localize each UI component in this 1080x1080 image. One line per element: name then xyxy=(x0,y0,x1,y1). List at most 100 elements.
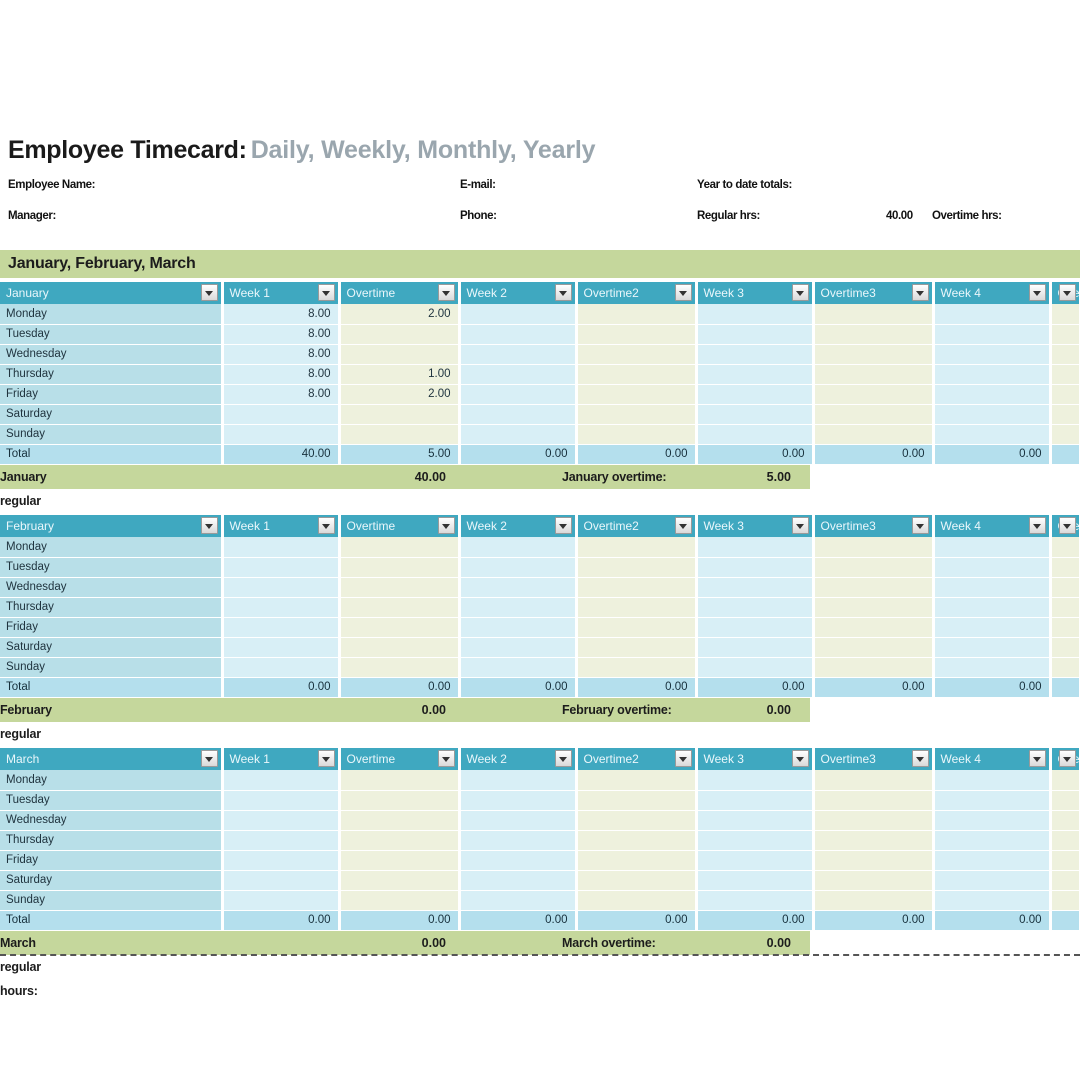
hours-cell[interactable] xyxy=(813,557,935,578)
hours-cell[interactable] xyxy=(576,870,698,891)
hours-cell[interactable] xyxy=(813,364,935,385)
hours-cell[interactable] xyxy=(933,557,1052,578)
hours-cell[interactable] xyxy=(933,537,1052,558)
hours-cell[interactable] xyxy=(222,404,341,425)
hours-cell[interactable] xyxy=(339,850,461,871)
hours-cell[interactable] xyxy=(1050,537,1080,558)
hours-cell[interactable] xyxy=(339,790,461,811)
hours-cell[interactable] xyxy=(1050,364,1080,385)
hours-cell[interactable] xyxy=(576,364,698,385)
hours-cell[interactable] xyxy=(339,637,461,658)
hours-cell[interactable] xyxy=(459,537,578,558)
hours-cell[interactable] xyxy=(339,890,461,911)
hours-cell[interactable] xyxy=(1050,810,1080,831)
filter-dropdown-icon[interactable] xyxy=(1028,284,1046,301)
hours-cell[interactable]: 2.00 xyxy=(339,384,461,405)
hours-cell[interactable] xyxy=(813,890,935,911)
hours-cell[interactable] xyxy=(696,617,815,638)
hours-cell[interactable] xyxy=(576,404,698,425)
hours-cell[interactable] xyxy=(1050,890,1080,911)
hours-cell[interactable] xyxy=(696,870,815,891)
hours-cell[interactable] xyxy=(813,537,935,558)
hours-cell[interactable] xyxy=(1050,424,1080,445)
hours-cell[interactable] xyxy=(339,830,461,851)
hours-cell[interactable]: 1.00 xyxy=(339,364,461,385)
hours-cell[interactable] xyxy=(813,790,935,811)
hours-cell[interactable] xyxy=(813,657,935,678)
hours-cell[interactable] xyxy=(339,870,461,891)
hours-cell[interactable] xyxy=(339,557,461,578)
hours-cell[interactable] xyxy=(339,657,461,678)
hours-cell[interactable] xyxy=(576,304,698,325)
hours-cell[interactable] xyxy=(1050,557,1080,578)
hours-cell[interactable] xyxy=(339,324,461,345)
hours-cell[interactable] xyxy=(576,384,698,405)
hours-cell[interactable] xyxy=(933,870,1052,891)
hours-cell[interactable] xyxy=(933,324,1052,345)
column-header-week-1[interactable]: Week 1 xyxy=(222,282,341,304)
hours-cell[interactable] xyxy=(1050,830,1080,851)
hours-cell[interactable] xyxy=(339,404,461,425)
hours-cell[interactable] xyxy=(576,537,698,558)
hours-cell[interactable] xyxy=(576,890,698,911)
hours-cell[interactable] xyxy=(459,384,578,405)
column-header-overtime[interactable]: Overtime xyxy=(339,282,461,304)
hours-cell[interactable] xyxy=(339,577,461,598)
column-header-week-3[interactable]: Week 3 xyxy=(696,748,815,770)
hours-cell[interactable] xyxy=(339,810,461,831)
hours-cell[interactable] xyxy=(222,850,341,871)
hours-cell[interactable] xyxy=(339,344,461,365)
hours-cell[interactable] xyxy=(459,850,578,871)
filter-dropdown-icon[interactable] xyxy=(674,517,692,534)
hours-cell[interactable] xyxy=(813,597,935,618)
filter-dropdown-icon[interactable] xyxy=(1028,517,1046,534)
filter-dropdown-icon[interactable] xyxy=(200,750,218,767)
column-header-over[interactable]: Over xyxy=(1050,282,1080,304)
hours-cell[interactable] xyxy=(696,597,815,618)
hours-cell[interactable] xyxy=(696,404,815,425)
hours-cell[interactable] xyxy=(696,424,815,445)
filter-dropdown-icon[interactable] xyxy=(911,750,929,767)
hours-cell[interactable] xyxy=(222,890,341,911)
hours-cell[interactable] xyxy=(339,770,461,791)
hours-cell[interactable] xyxy=(1050,404,1080,425)
column-header-week-4[interactable]: Week 4 xyxy=(933,282,1052,304)
column-header-overtime2[interactable]: Overtime2 xyxy=(576,515,698,537)
hours-cell[interactable] xyxy=(933,424,1052,445)
hours-cell[interactable] xyxy=(459,790,578,811)
hours-cell[interactable] xyxy=(1050,870,1080,891)
hours-cell[interactable] xyxy=(576,577,698,598)
column-header-over[interactable]: Over xyxy=(1050,515,1080,537)
column-header-week-4[interactable]: Week 4 xyxy=(933,515,1052,537)
column-header-week-4[interactable]: Week 4 xyxy=(933,748,1052,770)
filter-dropdown-icon[interactable] xyxy=(200,284,218,301)
hours-cell[interactable] xyxy=(576,324,698,345)
hours-cell[interactable] xyxy=(696,790,815,811)
hours-cell[interactable] xyxy=(813,637,935,658)
hours-cell[interactable] xyxy=(1050,850,1080,871)
hours-cell[interactable] xyxy=(339,424,461,445)
hours-cell[interactable] xyxy=(459,870,578,891)
filter-dropdown-icon[interactable] xyxy=(674,284,692,301)
hours-cell[interactable] xyxy=(696,324,815,345)
filter-dropdown-icon[interactable] xyxy=(911,517,929,534)
hours-cell[interactable] xyxy=(933,304,1052,325)
hours-cell[interactable] xyxy=(459,404,578,425)
hours-cell[interactable] xyxy=(222,870,341,891)
hours-cell[interactable] xyxy=(696,810,815,831)
hours-cell[interactable] xyxy=(576,557,698,578)
hours-cell[interactable] xyxy=(1050,597,1080,618)
hours-cell[interactable] xyxy=(696,850,815,871)
hours-cell[interactable] xyxy=(696,557,815,578)
hours-cell[interactable] xyxy=(576,637,698,658)
hours-cell[interactable] xyxy=(813,617,935,638)
filter-dropdown-icon[interactable] xyxy=(437,517,455,534)
hours-cell[interactable] xyxy=(1050,617,1080,638)
filter-dropdown-icon[interactable] xyxy=(1058,284,1076,301)
hours-cell[interactable] xyxy=(696,890,815,911)
hours-cell[interactable] xyxy=(459,557,578,578)
hours-cell[interactable] xyxy=(576,657,698,678)
hours-cell[interactable] xyxy=(576,617,698,638)
hours-cell[interactable] xyxy=(933,830,1052,851)
hours-cell[interactable] xyxy=(459,304,578,325)
